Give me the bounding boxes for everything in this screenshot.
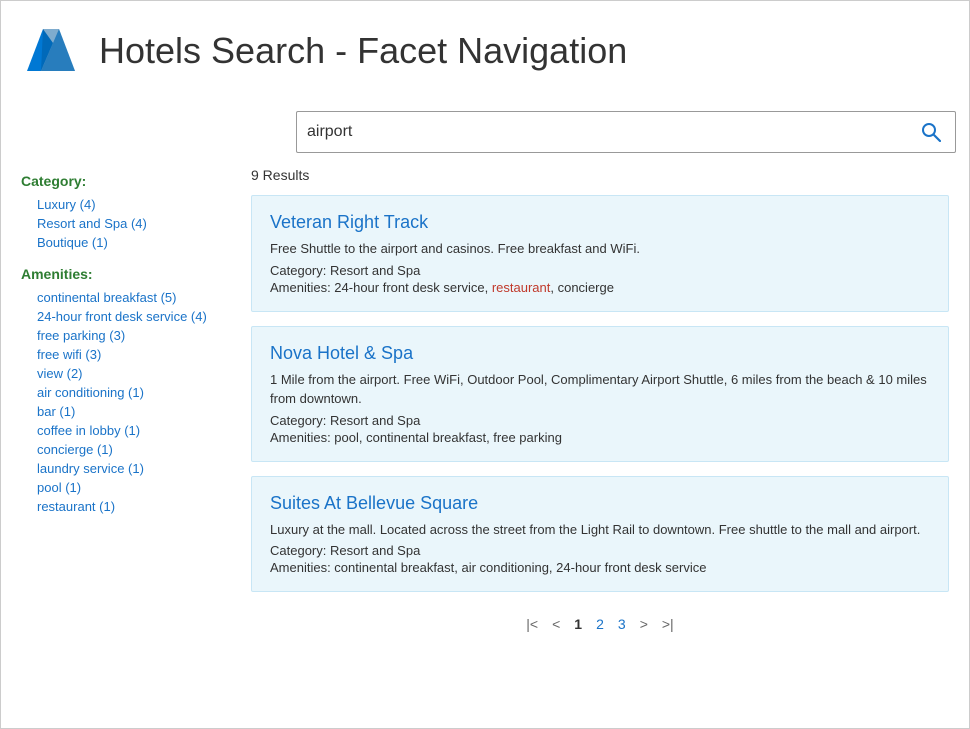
search-button[interactable] [917, 118, 945, 146]
result-category-1: Category: Resort and Spa [270, 263, 930, 278]
search-input[interactable] [307, 123, 917, 141]
result-item-1: Veteran Right Track Free Shuttle to the … [251, 195, 949, 312]
pagination-page-3[interactable]: 3 [618, 616, 626, 632]
result-amenities-suffix-1: , concierge [550, 280, 614, 295]
facet-amenity-free-wifi[interactable]: free wifi (3) [21, 347, 231, 362]
azure-logo-icon [21, 21, 81, 81]
result-description-2: 1 Mile from the airport. Free WiFi, Outd… [270, 370, 930, 409]
result-description-3: Luxury at the mall. Located across the s… [270, 520, 930, 540]
facet-amenity-pool[interactable]: pool (1) [21, 480, 231, 495]
facet-amenity-free-parking[interactable]: free parking (3) [21, 328, 231, 343]
result-item-3: Suites At Bellevue Square Luxury at the … [251, 476, 949, 593]
results-count: 9 Results [251, 167, 949, 183]
facet-amenity-restaurant[interactable]: restaurant (1) [21, 499, 231, 514]
facet-amenity-view[interactable]: view (2) [21, 366, 231, 381]
facet-amenity-coffee-lobby[interactable]: coffee in lobby (1) [21, 423, 231, 438]
pagination: |< < 1 2 3 > >| [251, 616, 949, 632]
result-category-2: Category: Resort and Spa [270, 413, 930, 428]
search-bar-wrapper [296, 111, 949, 153]
result-amenity-link-1[interactable]: restaurant [492, 280, 551, 295]
category-facet-group: Category: Luxury (4) Resort and Spa (4) … [21, 173, 231, 250]
facet-amenity-continental-breakfast[interactable]: continental breakfast (5) [21, 290, 231, 305]
amenities-label: Amenities: [21, 266, 231, 282]
facet-category-resort-spa[interactable]: Resort and Spa (4) [21, 216, 231, 231]
pagination-last[interactable]: >| [662, 616, 674, 632]
result-title-2[interactable]: Nova Hotel & Spa [270, 343, 930, 364]
result-title-3[interactable]: Suites At Bellevue Square [270, 493, 930, 514]
result-category-3: Category: Resort and Spa [270, 543, 930, 558]
result-amenities-2: Amenities: pool, continental breakfast, … [270, 430, 930, 445]
facet-category-luxury[interactable]: Luxury (4) [21, 197, 231, 212]
result-amenities-prefix-1: Amenities: 24-hour front desk service, [270, 280, 492, 295]
pagination-prev[interactable]: < [552, 616, 560, 632]
result-amenities-1: Amenities: 24-hour front desk service, r… [270, 280, 930, 295]
pagination-next[interactable]: > [640, 616, 648, 632]
pagination-first[interactable]: |< [526, 616, 538, 632]
result-title-1[interactable]: Veteran Right Track [270, 212, 930, 233]
category-label: Category: [21, 173, 231, 189]
search-icon [921, 122, 941, 142]
facet-amenity-laundry[interactable]: laundry service (1) [21, 461, 231, 476]
main-layout: Category: Luxury (4) Resort and Spa (4) … [21, 167, 949, 632]
page-wrapper: Hotels Search - Facet Navigation Categor… [0, 0, 970, 729]
pagination-page-1[interactable]: 1 [574, 616, 582, 632]
result-amenities-3: Amenities: continental breakfast, air co… [270, 560, 930, 575]
header: Hotels Search - Facet Navigation [21, 21, 949, 91]
pagination-page-2[interactable]: 2 [596, 616, 604, 632]
facet-amenity-air-conditioning[interactable]: air conditioning (1) [21, 385, 231, 400]
facet-category-boutique[interactable]: Boutique (1) [21, 235, 231, 250]
facet-amenity-front-desk[interactable]: 24-hour front desk service (4) [21, 309, 231, 324]
results-area: 9 Results Veteran Right Track Free Shutt… [251, 167, 949, 632]
sidebar: Category: Luxury (4) Resort and Spa (4) … [21, 167, 231, 632]
page-title: Hotels Search - Facet Navigation [99, 30, 627, 72]
result-description-1: Free Shuttle to the airport and casinos.… [270, 239, 930, 259]
amenities-facet-group: Amenities: continental breakfast (5) 24-… [21, 266, 231, 514]
facet-amenity-concierge[interactable]: concierge (1) [21, 442, 231, 457]
search-bar [296, 111, 956, 153]
facet-amenity-bar[interactable]: bar (1) [21, 404, 231, 419]
result-item-2: Nova Hotel & Spa 1 Mile from the airport… [251, 326, 949, 462]
